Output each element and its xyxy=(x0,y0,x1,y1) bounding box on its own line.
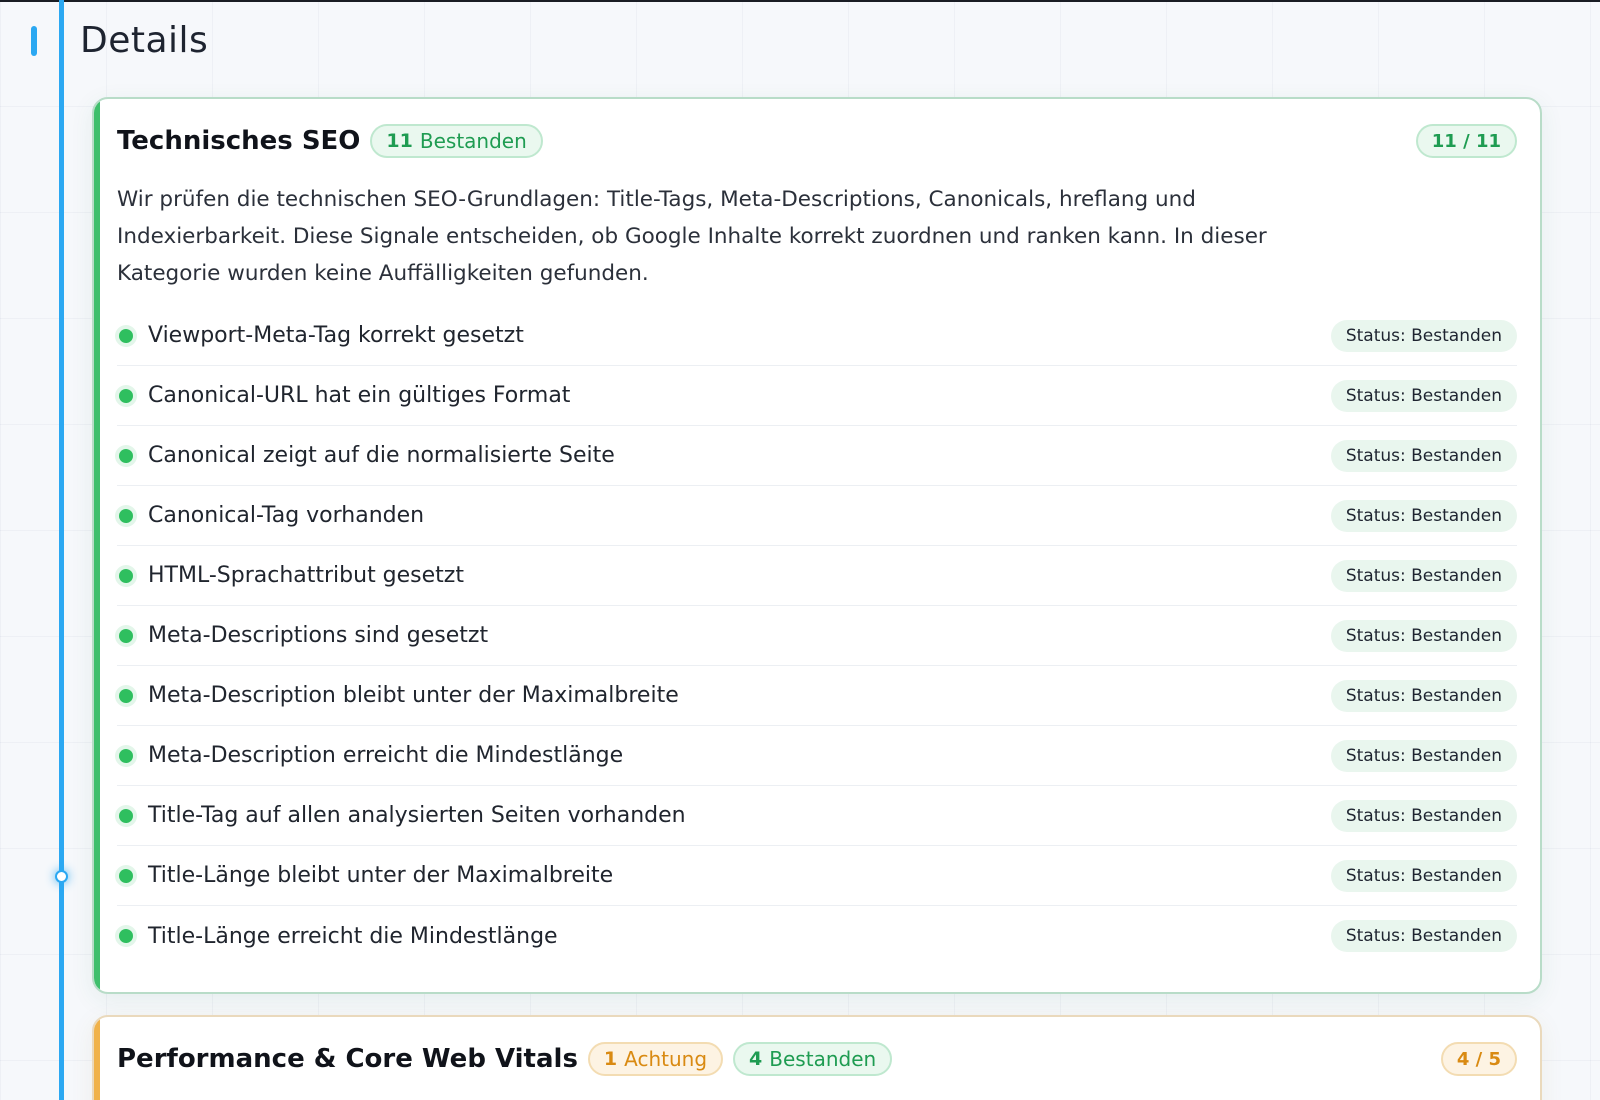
section-score-badge: 4 / 5 xyxy=(1440,1042,1517,1076)
pass-indicator-icon xyxy=(119,808,133,823)
status-badge: Status: Bestanden xyxy=(1330,739,1517,772)
check-item: HTML-Sprachattribut gesetzt Status: Best… xyxy=(117,546,1517,606)
status-badge: Status: Bestanden xyxy=(1330,439,1517,472)
check-label: Meta-Description bleibt unter der Maxima… xyxy=(148,683,679,708)
check-label: Canonical-URL hat ein gültiges Format xyxy=(148,383,571,408)
check-label: Viewport-Meta-Tag korrekt gesetzt xyxy=(148,323,524,348)
check-label: Meta-Description erreicht die Mindestlän… xyxy=(148,743,624,768)
pass-indicator-icon xyxy=(119,388,133,403)
check-item: Title-Länge bleibt unter der Maximalbrei… xyxy=(117,846,1517,906)
status-badge: Status: Bestanden xyxy=(1330,799,1517,832)
check-label: Canonical-Tag vorhanden xyxy=(148,503,425,528)
status-badge: Status: Bestanden xyxy=(1330,319,1517,352)
section-performance: Performance & Core Web Vitals 1 Achtung … xyxy=(92,1015,1542,1100)
check-label: Title-Länge bleibt unter der Maximalbrei… xyxy=(148,863,614,888)
check-item: Title-Länge erreicht die Mindestlänge St… xyxy=(117,906,1517,966)
status-badge: Status: Bestanden xyxy=(1330,619,1517,652)
timeline-marker xyxy=(31,26,37,56)
warning-count-badge: 1 Achtung xyxy=(587,1042,724,1076)
pass-indicator-icon xyxy=(119,868,133,883)
status-badge: Status: Bestanden xyxy=(1330,499,1517,532)
pass-indicator-icon xyxy=(119,448,133,463)
check-item: Meta-Descriptions sind gesetzt Status: B… xyxy=(117,606,1517,666)
section-title: Performance & Core Web Vitals xyxy=(117,1044,578,1074)
pass-indicator-icon xyxy=(119,328,133,343)
timeline-scroll-node[interactable] xyxy=(55,870,68,883)
check-item: Title-Tag auf allen analysierten Seiten … xyxy=(117,786,1517,846)
pass-indicator-icon xyxy=(119,688,133,703)
top-edge xyxy=(0,0,1600,2)
check-label: Canonical zeigt auf die normalisierte Se… xyxy=(148,443,615,468)
pass-indicator-icon xyxy=(119,508,133,523)
section-score-badge: 11 / 11 xyxy=(1415,124,1517,158)
check-item: Viewport-Meta-Tag korrekt gesetzt Status… xyxy=(117,306,1517,366)
section-title: Technisches SEO xyxy=(117,126,361,156)
section-description: Wir prüfen die technischen SEO-Grundlage… xyxy=(117,187,1267,286)
section-header[interactable]: Technisches SEO 11 Bestanden 11 / 11 xyxy=(117,121,1517,161)
check-item: Meta-Description erreicht die Mindestlän… xyxy=(117,726,1517,786)
status-badge: Status: Bestanden xyxy=(1330,679,1517,712)
check-item: Canonical zeigt auf die normalisierte Se… xyxy=(117,426,1517,486)
status-badge: Status: Bestanden xyxy=(1330,920,1517,952)
timeline-line xyxy=(59,0,64,1100)
passed-count: 11 xyxy=(386,130,413,152)
passed-count-badge: 4 Bestanden xyxy=(733,1042,893,1076)
warning-count: 1 xyxy=(603,1048,618,1070)
section-header[interactable]: Performance & Core Web Vitals 1 Achtung … xyxy=(117,1039,1517,1079)
check-list: Viewport-Meta-Tag korrekt gesetzt Status… xyxy=(117,306,1517,966)
passed-count: 4 xyxy=(749,1048,763,1070)
pass-indicator-icon xyxy=(119,929,133,943)
page-title: Details xyxy=(80,20,209,61)
check-label: Title-Länge erreicht die Mindestlänge xyxy=(148,923,558,949)
check-label: HTML-Sprachattribut gesetzt xyxy=(148,563,464,588)
section-technical-seo: Technisches SEO 11 Bestanden 11 / 11 Wir… xyxy=(92,97,1542,994)
passed-count-badge: 11 Bestanden xyxy=(370,124,543,158)
passed-label: Bestanden xyxy=(769,1047,877,1071)
passed-label: Bestanden xyxy=(419,129,527,153)
status-badge: Status: Bestanden xyxy=(1330,859,1517,892)
pass-indicator-icon xyxy=(119,568,133,583)
check-label: Meta-Descriptions sind gesetzt xyxy=(148,623,489,648)
warning-label: Achtung xyxy=(624,1047,708,1071)
section-accent-stripe xyxy=(94,1017,100,1100)
pass-indicator-icon xyxy=(119,748,133,763)
check-label: Title-Tag auf allen analysierten Seiten … xyxy=(148,803,686,828)
check-item: Canonical-Tag vorhanden Status: Bestande… xyxy=(117,486,1517,546)
pass-indicator-icon xyxy=(119,628,133,643)
check-item: Meta-Description bleibt unter der Maxima… xyxy=(117,666,1517,726)
status-badge: Status: Bestanden xyxy=(1330,379,1517,412)
section-accent-stripe xyxy=(94,99,100,992)
check-item: Canonical-URL hat ein gültiges Format St… xyxy=(117,366,1517,426)
status-badge: Status: Bestanden xyxy=(1330,559,1517,592)
